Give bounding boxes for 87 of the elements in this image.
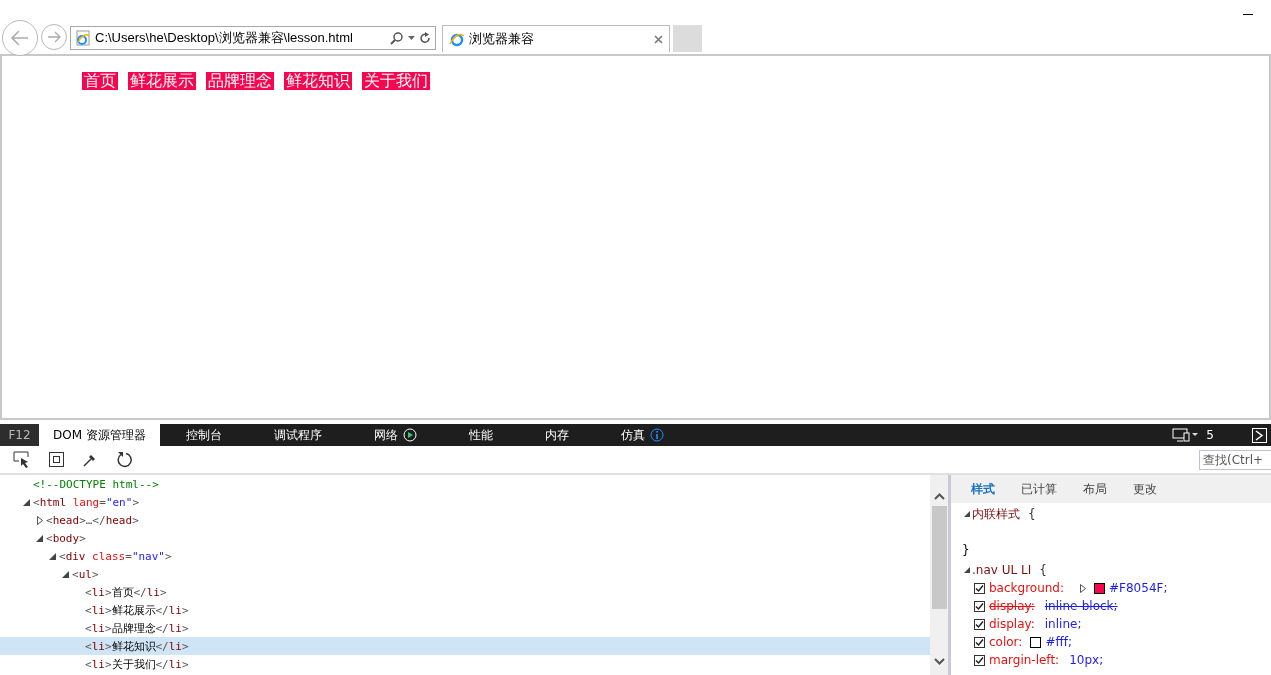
open-brace: { bbox=[1039, 563, 1047, 577]
play-icon bbox=[402, 428, 417, 442]
expanded-triangle-icon[interactable] bbox=[49, 552, 56, 560]
devtools-tab[interactable]: DOM 资源管理器 bbox=[39, 424, 160, 446]
expanded-triangle-icon[interactable] bbox=[964, 567, 970, 573]
emulation-count: 5 bbox=[1206, 428, 1214, 442]
select-element-button[interactable] bbox=[12, 449, 32, 470]
property-value: #F8054F; bbox=[1109, 581, 1168, 595]
property-value: #fff; bbox=[1045, 635, 1072, 649]
expanded-triangle-icon[interactable] bbox=[36, 534, 43, 542]
property-name: background: bbox=[989, 581, 1065, 595]
devtools-tab[interactable]: 内存 bbox=[518, 424, 595, 446]
dom-tree-row[interactable]: <head>…</head> bbox=[0, 511, 930, 529]
dom-tree-row[interactable]: <html lang="en"> bbox=[0, 493, 930, 511]
property-name: display: bbox=[989, 599, 1035, 613]
search-field[interactable]: 查找(Ctrl+ bbox=[1199, 449, 1271, 470]
refresh-button[interactable] bbox=[114, 449, 134, 470]
nav-item[interactable]: 关于我们 bbox=[362, 72, 430, 90]
close-brace: } bbox=[962, 543, 970, 557]
nav-item[interactable]: 品牌理念 bbox=[206, 72, 274, 90]
property-name: color: bbox=[989, 635, 1023, 649]
refresh-icon bbox=[115, 451, 133, 468]
tab-title: 浏览器兼容 bbox=[469, 30, 535, 48]
styles-tab[interactable]: 更改 bbox=[1133, 480, 1157, 498]
devtools-tab[interactable]: 仿真 bbox=[594, 424, 690, 446]
dom-tree-row[interactable]: <li>品牌理念</li> bbox=[0, 619, 930, 637]
color-swatch[interactable] bbox=[1030, 636, 1042, 648]
open-brace: { bbox=[1028, 507, 1036, 521]
scrollbar-thumb[interactable] bbox=[931, 506, 947, 609]
cursor-icon bbox=[13, 450, 31, 469]
styles-tab[interactable]: 布局 bbox=[1083, 480, 1107, 498]
close-icon[interactable] bbox=[654, 34, 663, 44]
right-arrow-icon bbox=[47, 31, 61, 43]
dom-tree-row[interactable]: <li>鲜花知识</li> bbox=[0, 637, 930, 655]
dom-tree-row[interactable]: <li>关于我们</li> bbox=[0, 655, 930, 673]
property-checkbox[interactable] bbox=[974, 582, 985, 594]
down-chevron-icon[interactable] bbox=[933, 658, 945, 665]
styles-tab[interactable]: 样式 bbox=[971, 480, 995, 498]
expanded-triangle-icon[interactable] bbox=[23, 498, 30, 506]
dom-tree-row[interactable]: <li>鲜花展示</li> bbox=[0, 601, 930, 619]
search-icon[interactable] bbox=[390, 31, 404, 45]
color-swatch[interactable] bbox=[1094, 582, 1106, 594]
collapsed-triangle-icon[interactable] bbox=[1080, 583, 1087, 593]
property-name: margin-left: bbox=[989, 653, 1060, 667]
expanded-triangle-icon[interactable] bbox=[964, 511, 970, 517]
scrollbar[interactable] bbox=[930, 475, 951, 675]
property-value: inline; bbox=[1044, 617, 1082, 631]
refresh-icon[interactable] bbox=[419, 31, 431, 45]
property-value: 10px; bbox=[1069, 653, 1104, 667]
dom-tree-row[interactable]: <!--DOCTYPE html--> bbox=[0, 475, 930, 493]
f12-label: F12 bbox=[0, 424, 39, 446]
eyedropper-icon bbox=[83, 452, 97, 467]
property-checkbox[interactable] bbox=[974, 600, 985, 612]
dom-tree-row[interactable]: <li>首页</li> bbox=[0, 583, 930, 601]
nav-item[interactable]: 鲜花知识 bbox=[284, 72, 352, 90]
nav-item[interactable]: 首页 bbox=[82, 72, 118, 90]
nav-item[interactable]: 鲜花展示 bbox=[128, 72, 196, 90]
highlight-button[interactable] bbox=[46, 449, 66, 470]
address-text: C:\Users\he\Desktop\浏览器兼容\lesson.html bbox=[95, 29, 354, 47]
browser-tab[interactable]: 浏览器兼容 bbox=[442, 25, 670, 52]
property-name: display: bbox=[989, 617, 1035, 631]
info-icon bbox=[649, 428, 664, 442]
caret-icon[interactable] bbox=[408, 36, 415, 40]
e-logo-icon bbox=[449, 31, 465, 47]
console-prompt-icon[interactable] bbox=[1252, 427, 1267, 443]
left-arrow-icon bbox=[10, 29, 30, 47]
page-e-icon bbox=[75, 30, 91, 46]
property-checkbox[interactable] bbox=[974, 654, 985, 666]
styles-tab[interactable]: 已计算 bbox=[1021, 480, 1057, 498]
css-selector: .nav UL LI bbox=[972, 563, 1032, 577]
devices-icon[interactable] bbox=[1172, 428, 1199, 442]
devtools-tab[interactable]: 调试程序 bbox=[247, 424, 348, 446]
collapsed-triangle-icon[interactable] bbox=[36, 515, 43, 525]
devtools-tab[interactable]: 控制台 bbox=[159, 424, 248, 446]
expanded-triangle-icon[interactable] bbox=[62, 570, 69, 578]
css-selector: 内联样式 bbox=[972, 505, 1020, 523]
dom-tree-row[interactable]: <div class="nav"> bbox=[0, 547, 930, 565]
devtools-tab[interactable]: 性能 bbox=[442, 424, 519, 446]
dom-tree-row[interactable]: <ul> bbox=[0, 565, 930, 583]
up-chevron-icon[interactable] bbox=[933, 493, 945, 500]
dom-tree-row[interactable]: <body> bbox=[0, 529, 930, 547]
address-field[interactable]: C:\Users\he\Desktop\浏览器兼容\lesson.html bbox=[70, 26, 436, 50]
devtools-tab[interactable]: 网络 bbox=[347, 424, 443, 446]
property-checkbox[interactable] bbox=[974, 636, 985, 648]
property-value: inline-block; bbox=[1044, 599, 1118, 613]
property-checkbox[interactable] bbox=[974, 618, 985, 630]
square-icon bbox=[48, 452, 64, 467]
